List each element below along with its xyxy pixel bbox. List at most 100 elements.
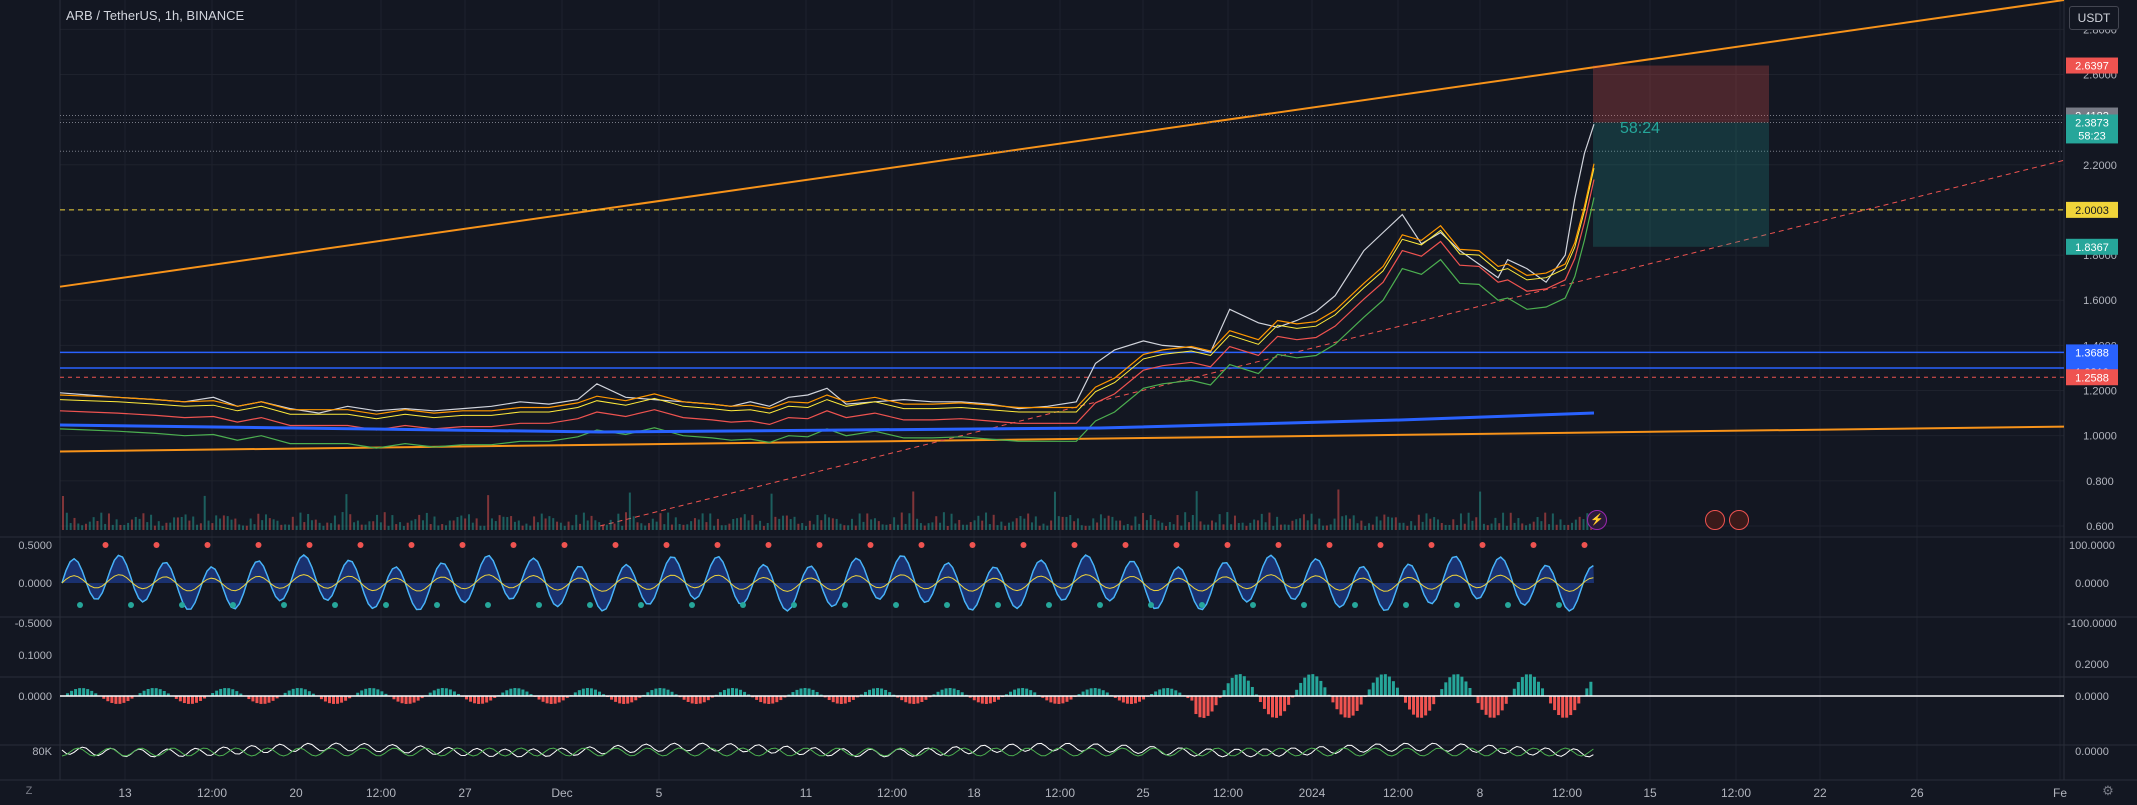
volume-bar (383, 512, 386, 530)
histogram-bar (364, 688, 368, 696)
volume-bar (816, 514, 819, 530)
volume-bar (854, 525, 857, 530)
volume-bar (379, 522, 382, 530)
histogram-bar (589, 688, 593, 696)
volume-bar (261, 520, 264, 530)
timezone-button[interactable]: Z (19, 782, 39, 800)
volume-bar (862, 521, 865, 530)
histogram-bar (1460, 676, 1464, 696)
histogram-bar (513, 688, 517, 696)
volume-bar (502, 516, 505, 530)
histogram-bar (194, 696, 198, 703)
histogram-bar (1258, 696, 1262, 703)
settings-gear-icon[interactable]: ⚙ (2098, 782, 2118, 800)
volume-bar (1398, 522, 1401, 530)
volume-bar (1525, 525, 1528, 530)
ma-orange (59, 163, 1595, 415)
histogram-bar (158, 689, 162, 696)
volume-bar (602, 524, 605, 530)
volume-bar (1188, 522, 1191, 530)
volume-bar (647, 523, 650, 530)
left-tick-label: 0.5000 (18, 540, 52, 552)
oscillator-dot (102, 542, 109, 548)
currency-button[interactable]: USDT (2069, 6, 2119, 30)
volume-bar (1299, 518, 1302, 530)
histogram-bar (110, 696, 114, 703)
histogram-bar (186, 696, 190, 704)
volume-bar (900, 512, 903, 530)
volume-bar (1383, 514, 1386, 530)
histogram-bar (839, 696, 843, 704)
volume-bar (1421, 521, 1424, 530)
volume-bar (1199, 521, 1202, 530)
x-tick-label: 5 (656, 786, 663, 800)
histogram-bar (1299, 682, 1303, 696)
symbol-title[interactable]: ARB / TetherUS, 1h, BINANCE (66, 8, 244, 23)
oscillator-dot (893, 602, 899, 608)
oscillator-dot (179, 602, 185, 608)
histogram-bar (831, 696, 835, 703)
volume-bar (73, 517, 76, 530)
histogram-bar (803, 688, 807, 696)
volume-bar (713, 525, 716, 530)
lightning-event-icon[interactable]: ⚡ (1587, 510, 1607, 530)
volume-bar (1302, 514, 1305, 530)
volume-bar (697, 519, 700, 530)
volume-bar (529, 525, 532, 530)
histogram-bar (126, 696, 130, 702)
volume-bar (847, 525, 850, 530)
volume-bar (326, 522, 329, 530)
us-flag-event-icon[interactable] (1729, 510, 1749, 530)
histogram-bar (1129, 696, 1133, 704)
histogram-bar (440, 688, 444, 696)
histogram-bar (1383, 674, 1387, 696)
volume-bar (594, 520, 597, 530)
histogram-bar (553, 696, 557, 704)
volume-bar (988, 524, 991, 530)
y-tick-label: 1.6000 (2083, 295, 2117, 307)
chart-canvas[interactable]: 58:240.6000.8001.00001.20001.40001.60001… (0, 0, 2137, 805)
volume-bar (1532, 521, 1535, 530)
volume-bar (157, 521, 160, 530)
us-flag-event-icon[interactable] (1705, 510, 1725, 530)
x-tick-label: 26 (1910, 786, 1924, 800)
volume-bar (751, 514, 754, 530)
oscillator-dot (638, 602, 644, 608)
histogram-bar (984, 696, 988, 704)
volume-bar (153, 525, 156, 530)
histogram-bar (698, 696, 702, 704)
volume-bar (1329, 524, 1332, 530)
histogram-bar (1323, 687, 1327, 696)
volume-bar (1042, 523, 1045, 530)
volume-bar (954, 523, 957, 530)
volume-bar (1256, 520, 1259, 530)
volume-bar (1268, 512, 1271, 530)
histogram-bar (880, 688, 884, 696)
volume-bar (483, 525, 486, 530)
y-tick-label: 2.2000 (2083, 160, 2117, 172)
volume-bar (330, 523, 333, 530)
x-tick-label: 18 (967, 786, 981, 800)
volume-bar (1471, 520, 1474, 530)
volume-bar (824, 514, 827, 530)
volume-bar (268, 518, 271, 530)
volume-bar (464, 518, 467, 530)
histogram-bar (231, 689, 235, 696)
histogram-bar (1408, 696, 1412, 710)
volume-bar (850, 518, 853, 530)
volume-bar (1456, 525, 1459, 530)
volume-bar (686, 524, 689, 530)
price-label: 2.6397 (2075, 61, 2109, 73)
volume-bar (318, 522, 321, 530)
volume-bar (655, 521, 658, 530)
volume-bar (184, 514, 187, 530)
volume-bar (1157, 520, 1160, 530)
y-tick-label: 0.800 (2086, 476, 2114, 488)
volume-bar (1088, 525, 1091, 530)
volume-bar (1287, 524, 1290, 530)
volume-bar (322, 525, 325, 530)
histogram-bar (1536, 681, 1540, 696)
volume-bar (203, 495, 206, 530)
volume-bar (720, 525, 723, 530)
volume-bar (1486, 525, 1489, 530)
